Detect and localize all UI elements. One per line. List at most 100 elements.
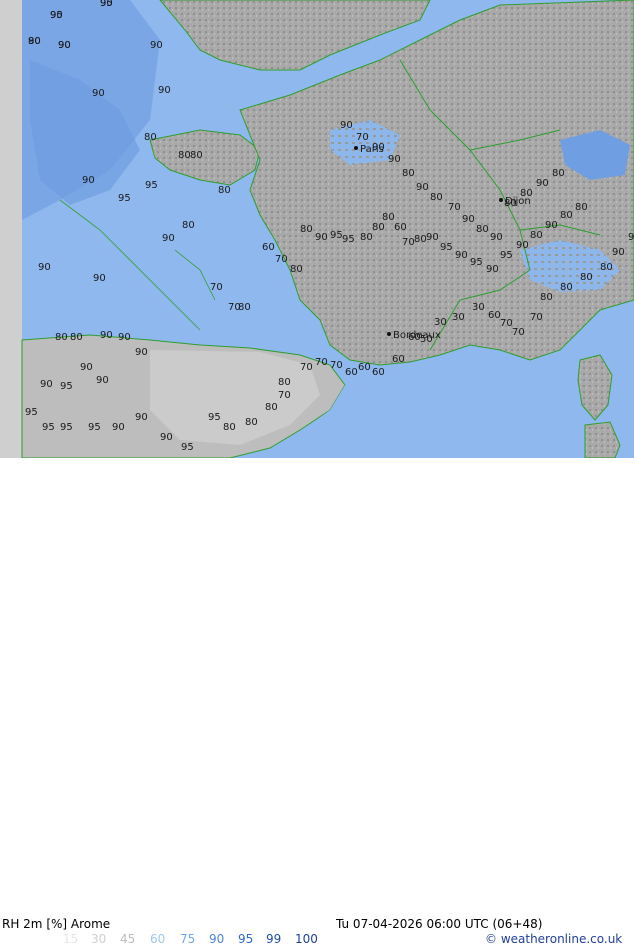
contour-label: 80 — [600, 262, 613, 273]
contour-label: 80 — [182, 220, 195, 231]
legend-item-95: 95 — [238, 932, 254, 946]
contour-label: 90 — [100, 0, 113, 9]
contour-label: 90 — [135, 347, 148, 358]
contour-label: 80 — [223, 422, 236, 433]
contour-label: 60 — [488, 310, 501, 321]
contour-label: 95 — [181, 442, 194, 453]
contour-label: 95 — [145, 180, 158, 191]
contour-label: 30 — [434, 317, 447, 328]
contour-label: 30 — [452, 312, 465, 323]
contour-label: 80 — [144, 132, 157, 143]
city-label: Bordeaux — [393, 330, 441, 341]
contour-label: 90 — [40, 379, 53, 390]
contour-label: 90 — [150, 40, 163, 51]
contour-label: 80 — [360, 232, 373, 243]
contour-label: 80 — [290, 264, 303, 275]
contour-label: 70 — [356, 132, 369, 143]
contour-label: 90 — [516, 240, 529, 251]
contour-label: 95 — [440, 242, 453, 253]
legend-item-99: 99 — [266, 932, 282, 946]
contour-label: 30 — [472, 302, 485, 313]
contour-label: 70 — [402, 237, 415, 248]
contour-label: 80 — [382, 212, 395, 223]
contour-label: 80 — [190, 150, 203, 161]
contour-label: 70 — [512, 327, 525, 338]
contour-label: 90 — [80, 362, 93, 373]
contour-label: 70 — [315, 357, 328, 368]
contour-label: 90 — [315, 232, 328, 243]
contour-label: 80 — [575, 202, 588, 213]
contour-label: 90 — [545, 220, 558, 231]
contour-label: 80 — [476, 224, 489, 235]
contour-label: 80 — [55, 332, 68, 343]
contour-label: 90 — [162, 233, 175, 244]
contour-label: 70 — [330, 360, 343, 371]
contour-label: 95 — [470, 257, 483, 268]
contour-label: 80 — [265, 402, 278, 413]
legend-item-100: 100 — [295, 932, 318, 946]
contour-label: 90 — [93, 273, 106, 284]
contour-label: 95 — [342, 234, 355, 245]
contour-label: 95 — [330, 230, 343, 241]
contour-label: 90 — [135, 412, 148, 423]
contour-label: 90 — [536, 178, 549, 189]
city-dot — [387, 332, 391, 336]
legend-item-90: 90 — [209, 932, 225, 946]
contour-label: 90 — [490, 232, 503, 243]
city-label: Dijon — [505, 196, 531, 207]
relative-humidity-map: 959590 90 9090 90909595909090808080 80807070… — [0, 0, 634, 458]
legend-item-60: 60 — [150, 932, 166, 946]
legend-item-15: 15 — [63, 932, 79, 946]
contour-label: 60 — [262, 242, 275, 253]
contour-label: 60 — [392, 354, 405, 365]
contour-label: 90 — [160, 432, 173, 443]
contour-label: 80 — [218, 185, 231, 196]
contour-label: 80 — [238, 302, 251, 313]
legend-item-30: 30 — [91, 932, 107, 946]
contour-label: 90 — [92, 88, 105, 99]
contour-label: 95 — [88, 422, 101, 433]
contour-label: 80 — [300, 224, 313, 235]
contour-label: 95 — [60, 422, 73, 433]
contour-label: 80 — [560, 282, 573, 293]
contour-label: 80 — [430, 192, 443, 203]
contour-label: 60 — [345, 367, 358, 378]
contour-label: 90 — [388, 154, 401, 165]
copyright-link[interactable]: © weatheronline.co.uk — [485, 932, 622, 946]
contour-label: 90 — [486, 264, 499, 275]
contour-label: 70 — [448, 202, 461, 213]
contour-label: 95 — [60, 381, 73, 392]
city-dot — [499, 198, 503, 202]
contour-label: 90 — [158, 85, 171, 96]
contour-label: 90 — [100, 330, 113, 341]
contour-label: 90 — [96, 375, 109, 386]
contour-label: 70 — [300, 362, 313, 373]
contour-label: 80 — [540, 292, 553, 303]
contour-label: 90 — [118, 332, 131, 343]
contour-label: 70 — [530, 312, 543, 323]
contour-label: 80 — [28, 36, 41, 47]
contour-label: 70 — [500, 318, 513, 329]
contour-label: 90 — [112, 422, 125, 433]
contour-label: 95 — [500, 250, 513, 261]
contour-label: 95 — [42, 422, 55, 433]
contour-label: 80 — [580, 272, 593, 283]
contour-label: 90 — [82, 175, 95, 186]
contour-label: 80 — [414, 234, 427, 245]
domain-edge — [0, 0, 22, 458]
map-datetime: Tu 07-04-2026 06:00 UTC (06+48) — [336, 917, 543, 931]
city-label: Paris — [360, 144, 384, 155]
contour-label: 90 — [58, 40, 71, 51]
legend-item-75: 75 — [180, 932, 196, 946]
contour-label: 80 — [178, 150, 191, 161]
city-dot — [354, 146, 358, 150]
contour-label: 60 — [394, 222, 407, 233]
map-title: RH 2m [%] Arome — [2, 917, 111, 931]
contour-label: 70 — [210, 282, 223, 293]
contour-label: 90 — [628, 232, 634, 243]
contour-label: 80 — [402, 168, 415, 179]
contour-label: 60 — [358, 362, 371, 373]
contour-label: 80 — [552, 168, 565, 179]
contour-label: 80 — [70, 332, 83, 343]
contour-label: 80 — [245, 417, 258, 428]
